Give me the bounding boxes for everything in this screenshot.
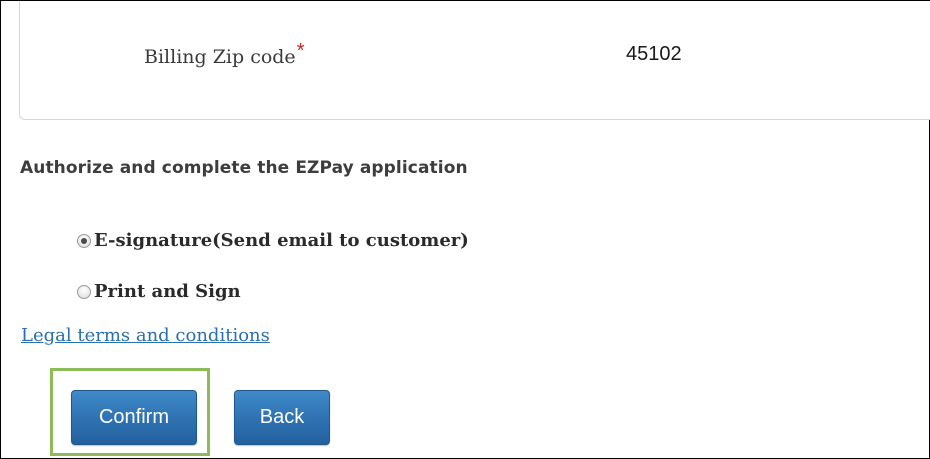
radio-button-unselected[interactable] xyxy=(77,284,91,299)
radio-option-print-and-sign[interactable]: Print and Sign xyxy=(77,281,241,302)
back-button[interactable]: Back xyxy=(234,390,330,445)
radio-button-selected[interactable] xyxy=(77,233,91,248)
radio-option-esignature[interactable]: E-signature(Send email to customer) xyxy=(77,230,469,251)
billing-zip-value: 45102 xyxy=(626,43,682,65)
billing-section: Billing Zip code* 45102 xyxy=(19,1,930,120)
authorize-heading: Authorize and complete the EZPay applica… xyxy=(20,158,468,178)
radio-label-print-and-sign: Print and Sign xyxy=(94,281,241,302)
legal-terms-link[interactable]: Legal terms and conditions xyxy=(21,325,270,346)
billing-zip-label: Billing Zip code* xyxy=(144,40,304,69)
page-frame: Billing Zip code* 45102 Authorize and co… xyxy=(0,0,930,459)
required-marker: * xyxy=(296,40,305,62)
billing-zip-label-text: Billing Zip code xyxy=(144,46,296,68)
confirm-button[interactable]: Confirm xyxy=(71,390,197,445)
radio-label-esignature: E-signature(Send email to customer) xyxy=(94,230,469,251)
